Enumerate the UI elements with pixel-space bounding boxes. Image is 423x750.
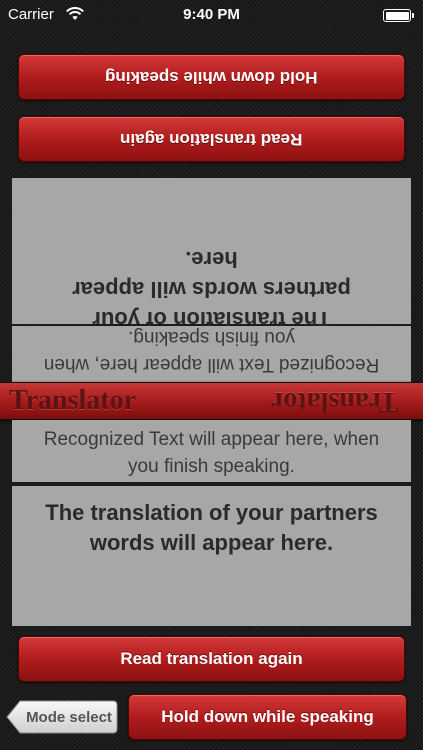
partner-translation-text: The translation of your partners words w… [72,247,351,332]
translation-panel: The translation of your partners words w… [12,486,411,626]
translation-text: The translation of your partners words w… [45,500,378,555]
ribbon-title-flipped: Translator [271,386,399,417]
clock: 9:40 PM [183,6,240,23]
partner-read-again-button[interactable]: Read translation again [18,116,405,162]
translator-ribbon: Translator Translator [0,383,423,419]
partner-translation-panel: The translation of your partners words w… [12,178,411,332]
recognized-panel: Recognized Text will appear here, when y… [12,420,411,482]
ribbon-title: Translator [9,385,137,416]
status-bar: Carrier 9:40 PM [0,0,423,30]
speak-button-label: Hold down while speaking [161,707,374,726]
recognized-text: Recognized Text will appear here, when y… [43,429,380,477]
partner-recognized-text: Recognized Text will appear here, when y… [43,327,380,375]
mode-select-button[interactable]: Mode select [6,700,118,734]
battery-icon [383,9,411,22]
read-again-button[interactable]: Read translation again [18,636,405,682]
battery-tip [412,13,414,18]
speak-button[interactable]: Hold down while speaking [128,694,407,740]
partner-speak-button[interactable]: Hold down while speaking [18,54,405,100]
partner-speak-button-label: Hold down while speaking [105,68,318,87]
partner-read-again-button-label: Read translation again [120,130,303,149]
partner-recognized-panel: Recognized Text will appear here, when y… [12,326,411,382]
mode-select-label: Mode select [26,709,112,726]
read-again-button-label: Read translation again [120,649,303,668]
